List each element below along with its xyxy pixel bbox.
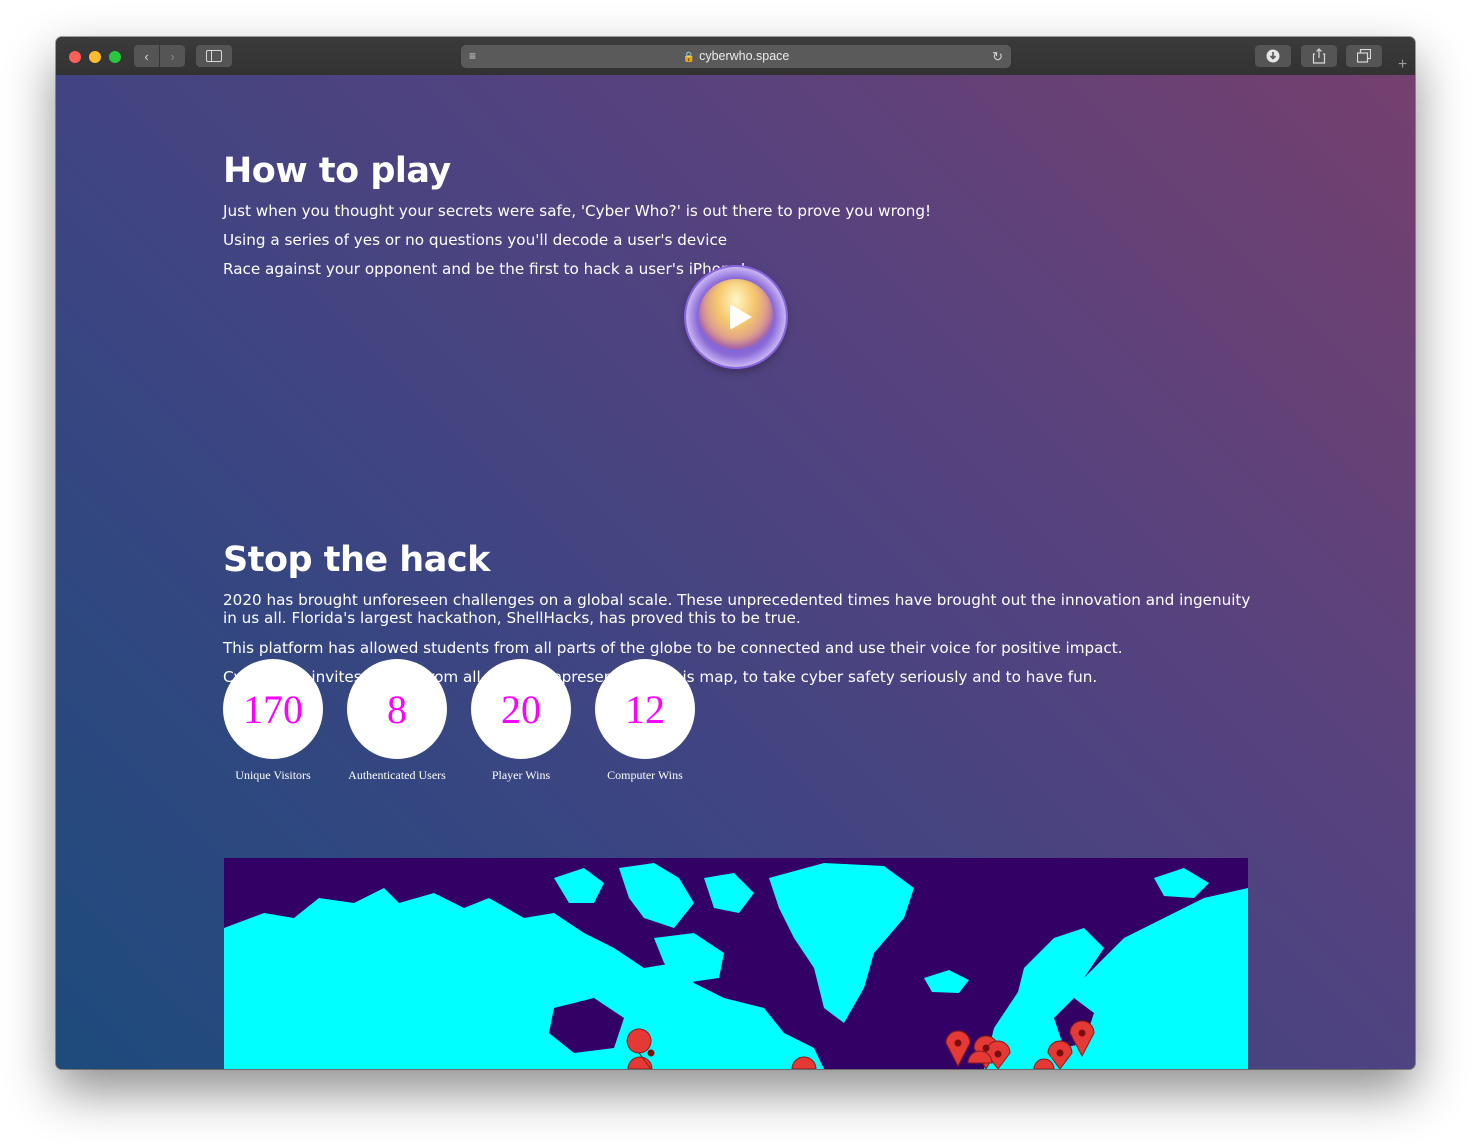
sidebar-icon	[206, 50, 222, 62]
stat-value: 170	[223, 659, 323, 759]
map-land-arctic-islands	[704, 873, 754, 913]
share-icon	[1312, 48, 1326, 64]
how-to-play-paragraph: Using a series of yes or no questions yo…	[223, 231, 728, 249]
map-land-iceland	[924, 970, 969, 993]
zoom-window-button[interactable]	[109, 51, 121, 63]
play-icon	[730, 304, 752, 330]
reload-icon[interactable]: ↻	[992, 49, 1003, 65]
minimize-window-button[interactable]	[89, 51, 101, 63]
tabs-icon	[1357, 49, 1371, 63]
map-land-north-america	[224, 888, 824, 1069]
address-bar[interactable]: ≡ 🔒 cyberwho.space ↻	[461, 45, 1011, 68]
forward-button[interactable]: ›	[160, 45, 185, 67]
stat-computer-wins: 12 Computer Wins	[595, 659, 695, 783]
plus-icon: +	[1397, 56, 1408, 73]
stat-authenticated-users: 8 Authenticated Users	[347, 659, 447, 783]
marker-dot	[1056, 1049, 1064, 1057]
back-button[interactable]: ‹	[134, 45, 159, 67]
stop-the-hack-heading: Stop the hack	[223, 540, 490, 580]
map-land-arctic-islands	[1154, 868, 1209, 898]
stop-the-hack-paragraph: 2020 has brought unforeseen challenges o…	[223, 591, 1251, 627]
map-land-arctic-islands	[554, 868, 604, 903]
stat-value: 12	[595, 659, 695, 759]
marker-dot	[954, 1039, 962, 1047]
stat-value: 8	[347, 659, 447, 759]
browser-toolbar: ‹ › ≡ 🔒 cyberwho.space ↻ +	[56, 37, 1415, 76]
map-land-greenland	[769, 863, 914, 1023]
marker-dot	[647, 1049, 655, 1057]
stat-value: 20	[471, 659, 571, 759]
page-content: How to play Just when you thought your s…	[56, 75, 1415, 1069]
url-text: cyberwho.space	[699, 49, 790, 63]
share-button[interactable]	[1301, 45, 1337, 67]
stop-the-hack-paragraph: This platform has allowed students from …	[223, 639, 1123, 657]
chevron-left-icon: ‹	[144, 48, 149, 64]
marker-dot	[1078, 1029, 1086, 1037]
downloads-button[interactable]	[1255, 45, 1291, 67]
how-to-play-paragraph: Just when you thought your secrets were …	[223, 202, 932, 220]
browser-window: ‹ › ≡ 🔒 cyberwho.space ↻ + How to play J…	[56, 37, 1415, 1069]
close-window-button[interactable]	[69, 51, 81, 63]
stat-unique-visitors: 170 Unique Visitors	[223, 659, 323, 783]
play-button[interactable]	[686, 267, 786, 367]
how-to-play-heading: How to play	[223, 151, 451, 191]
tab-overview-button[interactable]	[1346, 45, 1382, 67]
stat-player-wins: 20 Player Wins	[471, 659, 571, 783]
stat-label: Computer Wins	[607, 768, 683, 782]
map-canvas	[224, 863, 1248, 1069]
world-map[interactable]	[224, 858, 1248, 1069]
marker-dot	[982, 1044, 990, 1052]
map-land-arctic-islands	[619, 863, 694, 928]
location-marker	[945, 1030, 971, 1068]
new-tab-button[interactable]: +	[1390, 55, 1415, 75]
chevron-right-icon: ›	[170, 48, 175, 64]
sidebar-toggle-button[interactable]	[196, 45, 232, 67]
lock-icon: 🔒	[682, 52, 696, 63]
download-icon	[1266, 49, 1280, 63]
marker-dot	[994, 1050, 1002, 1058]
